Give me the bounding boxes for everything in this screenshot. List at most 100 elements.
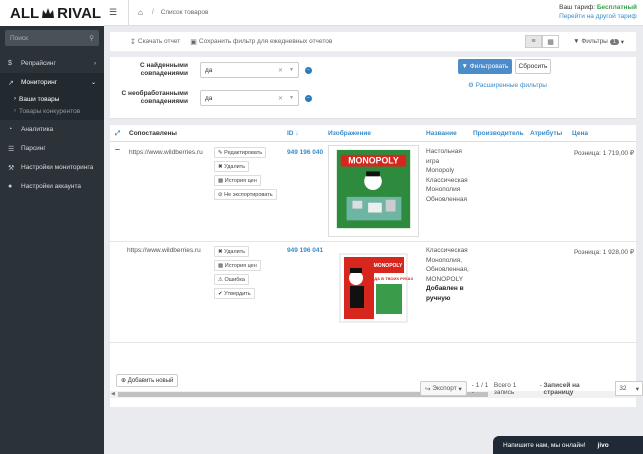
expand-icon[interactable]: ⤢ — [115, 130, 120, 138]
price-history-button[interactable]: ▩ История цен — [214, 260, 261, 271]
export-button[interactable]: ↪ Экспорт ▾ — [420, 381, 467, 396]
apply-filter-label: Фильтровать — [469, 63, 509, 70]
action-label: История цен — [224, 177, 257, 184]
per-page-select[interactable]: 32 ▾ — [615, 381, 643, 396]
chat-brand-logo: jivo — [597, 441, 609, 449]
filters-label: Фильтры — [581, 38, 608, 45]
report-error-button[interactable]: ⚠ Ошибка — [214, 274, 249, 285]
change-tariff-link[interactable]: Перейти на другой тариф — [559, 13, 637, 20]
name-line: Настольная — [426, 148, 462, 155]
chat-text: Напишите нам, мы онлайн! — [503, 441, 586, 449]
sidebar-search-input[interactable]: Поиск ⚲ — [5, 30, 99, 46]
sidebar-item-monitoring-settings[interactable]: ⚒ Настройки мониторинга — [0, 158, 104, 177]
sidebar-item-monitoring[interactable]: ↗ Мониторинг ⌄ — [0, 73, 104, 92]
unprocessed-matches-select[interactable]: да ✕ ▼ — [200, 90, 299, 106]
product-name: Настольная игра Monopoly Классическая Мо… — [426, 147, 468, 204]
delete-button[interactable]: ✖ Удалить — [214, 246, 250, 257]
tariff-value: Бесплатный — [596, 4, 637, 11]
action-label: Ошибка — [224, 276, 245, 283]
price-value: Розница: 1 719,00 ₽ — [574, 150, 634, 157]
delete-button[interactable]: ✖ Удалить — [214, 161, 250, 172]
price-history-button[interactable]: ▩ История цен — [214, 175, 261, 186]
sidebar-item-account-settings[interactable]: ● Настройки аккаунта — [0, 177, 104, 196]
product-image[interactable]: MONOPOLY ПОБЕДА В ТВОИХ РУКАХ — [328, 248, 419, 326]
source-url[interactable]: https://www.wildberries.ru — [129, 148, 203, 158]
apply-filter-button[interactable]: ▼ Фильтровать — [458, 59, 512, 74]
list-view-button[interactable]: ≡ — [525, 35, 543, 48]
box-title: MONOPOLY — [374, 263, 403, 269]
sidebar-subitem-label: Ваши товары — [19, 95, 60, 103]
column-header-manufacturer[interactable]: Производитель — [473, 130, 524, 137]
sidebar-item-repricing[interactable]: $ Репрайсинг › — [0, 54, 104, 73]
chat-widget[interactable]: Напишите нам, мы онлайн! jivo — [493, 436, 643, 454]
add-new-button[interactable]: ⊕ Добавить новый — [116, 374, 179, 387]
clear-icon[interactable]: ✕ — [278, 67, 283, 74]
action-label: Не экспортировать — [224, 191, 273, 198]
action-label: Редактировать — [224, 149, 263, 156]
product-id-link[interactable]: 949 196 040 — [287, 148, 323, 158]
search-placeholder: Поиск — [10, 34, 29, 42]
export-label: Экспорт — [432, 385, 457, 392]
sidebar-item-label: Настройки мониторинга — [21, 164, 94, 171]
collapse-icon[interactable]: – — [115, 144, 120, 155]
pie-chart-icon: ◔ — [8, 126, 13, 133]
product-name: Классическая Монополия, Обновленная, MON… — [426, 246, 469, 303]
remove-filter-icon[interactable]: − — [305, 94, 312, 102]
sidebar-item-label: Мониторинг — [21, 79, 58, 86]
remove-filter-icon[interactable]: − — [305, 66, 312, 74]
chevron-right-icon: › — [14, 96, 16, 102]
filter-label-line: С необработанными — [121, 90, 188, 97]
caret-down-icon: ▼ — [289, 95, 294, 101]
filters-dropdown[interactable]: ▼ Фильтры 1 ▾ — [573, 38, 624, 46]
sidebar-item-parsing[interactable]: ☰ Парсинг — [0, 139, 104, 158]
breadcrumb-current: Список товаров — [160, 9, 209, 16]
filter-label: С необработанными совпадениями — [110, 90, 188, 106]
per-page-label: Записей на страницу — [543, 381, 580, 396]
reset-filter-button[interactable]: Сбросить — [515, 59, 551, 74]
filter-panel: С найденными совпадениями да ✕ ▼ − С необра… — [110, 57, 636, 119]
column-header-matched[interactable]: Сопоставлены — [129, 130, 177, 137]
edit-button[interactable]: ✎ Редактировать — [214, 147, 267, 158]
sidebar-item-label: Аналитика — [21, 126, 54, 133]
name-line-bold: Добавлен в — [426, 285, 464, 292]
advanced-filters-link[interactable]: ⚙ Расширенные фильтры — [468, 81, 547, 89]
filter-label: С найденными совпадениями — [110, 62, 188, 78]
download-report-button[interactable]: ↧ Скачать отчет — [130, 38, 180, 46]
toolbar: ↧ Скачать отчет ▣ Сохранить фильтр для еже… — [110, 32, 636, 52]
menu-toggle-icon[interactable]: ☰ — [104, 7, 122, 18]
name-line: Классическая — [426, 247, 468, 254]
column-header-image[interactable]: Изображение — [328, 130, 371, 137]
home-icon[interactable]: ⌂ — [138, 8, 143, 17]
approve-button[interactable]: ✔ Утвердить — [214, 288, 255, 299]
filter-label-line: С найденными — [140, 62, 188, 69]
name-line: Классическая — [426, 176, 468, 184]
chevron-down-icon: ⌄ — [90, 80, 96, 86]
sidebar-item-label: Настройки аккаунта — [21, 183, 82, 190]
logo-text-right: RIVAL — [57, 4, 102, 22]
name-line: игра — [426, 157, 440, 165]
sidebar-subitem-competitor-products[interactable]: › Товары конкурентов — [0, 105, 104, 117]
tariff-label: Ваш тариф: — [559, 4, 596, 11]
caret-down-icon: ▾ — [456, 385, 462, 393]
source-url[interactable]: https://www.wildberries.ru — [127, 246, 201, 256]
column-header-attributes[interactable]: Атрибуты — [530, 130, 562, 137]
sidebar-subitem-your-products[interactable]: › Ваши товары — [0, 93, 104, 105]
column-header-name[interactable]: Название — [426, 130, 457, 137]
filter-label-line: совпадениями — [140, 98, 188, 105]
save-filter-button[interactable]: ▣ Сохранить фильтр для ежедневных отчетов — [190, 38, 332, 46]
do-not-export-button[interactable]: ⊘ Не экспортировать — [214, 189, 277, 200]
product-id-link[interactable]: 949 196 041 — [287, 246, 323, 256]
caret-down-icon: ▾ — [635, 385, 639, 393]
logo[interactable]: ALL RIVAL — [0, 0, 104, 26]
product-image[interactable]: MONOPOLY — [328, 145, 419, 237]
found-matches-select[interactable]: да ✕ ▼ — [200, 62, 299, 78]
search-icon: ⚲ — [89, 35, 94, 42]
column-header-id[interactable]: ID ↓ — [287, 130, 299, 137]
grid-view-button[interactable]: ▦ — [542, 35, 560, 48]
scroll-left-icon[interactable]: ◀ — [111, 391, 115, 397]
clear-icon[interactable]: ✕ — [278, 95, 283, 102]
sidebar-subitem-label: Товары конкурентов — [19, 107, 81, 115]
sidebar-item-analytics[interactable]: ◔ Аналитика — [0, 120, 104, 139]
column-header-price[interactable]: Цена — [572, 130, 588, 137]
filter-icon: ▼ — [461, 63, 470, 70]
